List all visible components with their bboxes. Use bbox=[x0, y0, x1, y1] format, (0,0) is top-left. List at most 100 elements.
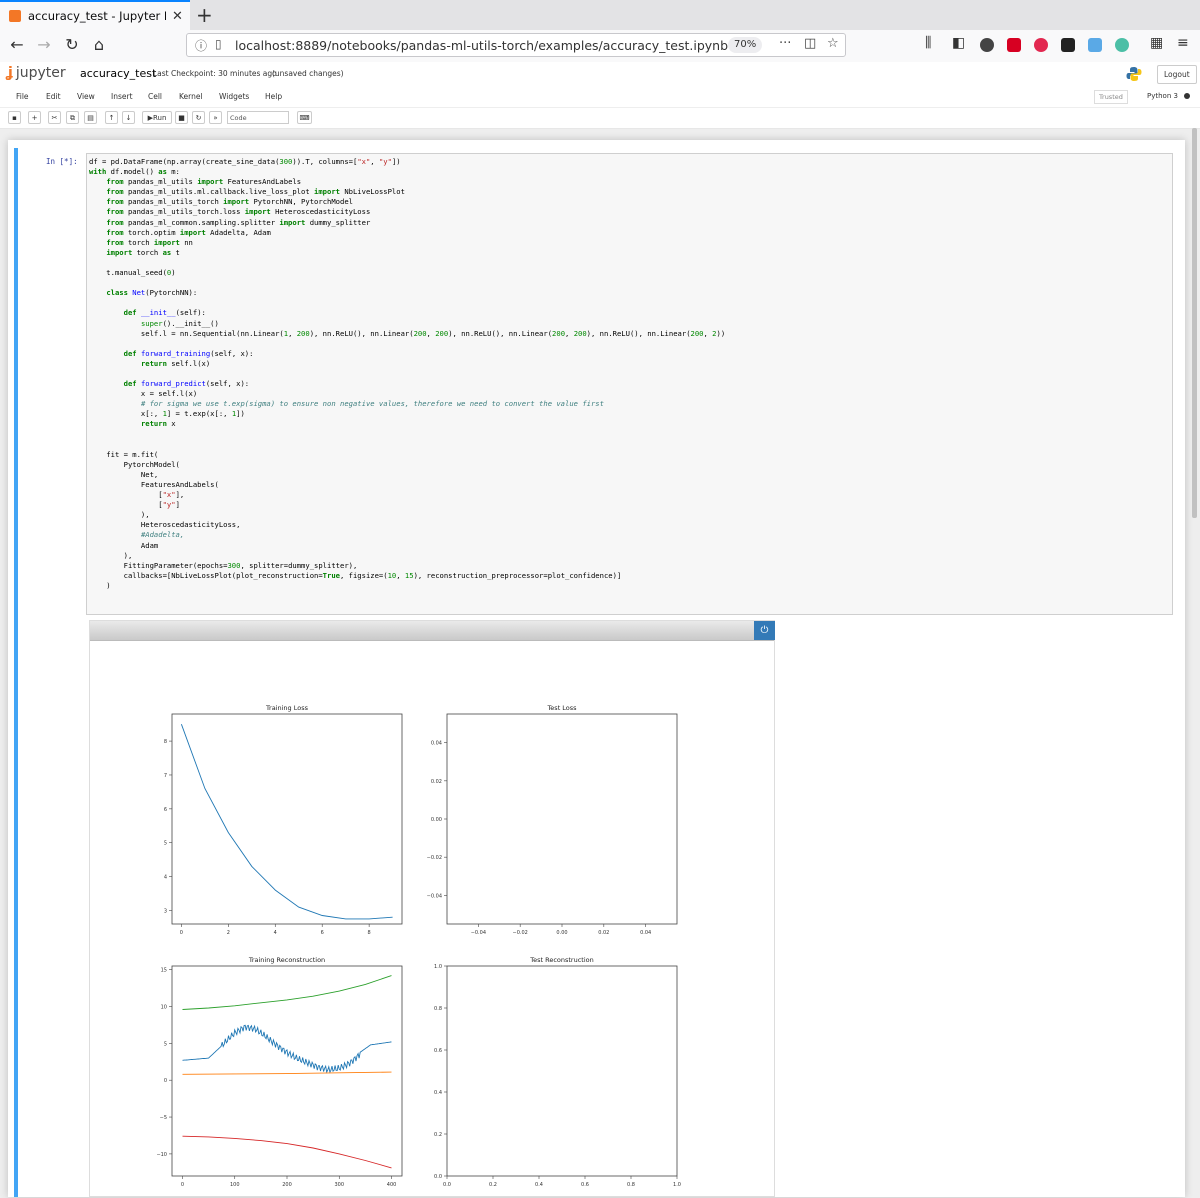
run-label: Run bbox=[152, 114, 167, 122]
y-tick-label: 0.6 bbox=[434, 1048, 442, 1054]
code-cell-input[interactable]: df = pd.DataFrame(np.array(create_sine_d… bbox=[86, 153, 1173, 615]
notebook-name[interactable]: accuracy_test bbox=[80, 67, 156, 80]
y-tick-label: 0.2 bbox=[434, 1132, 442, 1138]
back-icon[interactable]: ← bbox=[7, 35, 27, 54]
extension-green-icon[interactable] bbox=[1115, 38, 1129, 52]
chart-title: Training Loss bbox=[265, 704, 309, 712]
menu-cell[interactable]: Cell bbox=[148, 92, 162, 101]
y-tick-label: 1.0 bbox=[434, 964, 442, 970]
chart-frame bbox=[446, 965, 678, 1177]
page-actions-icon[interactable]: ··· bbox=[779, 36, 791, 51]
extension-blue-icon[interactable] bbox=[1088, 38, 1102, 52]
notebook-toolbar: ▪ + ✂ ⧉ ▤ ↑ ↓ ▶Run ■ ↻ » Code ⌨ bbox=[0, 108, 1200, 129]
x-tick-label: 6 bbox=[321, 930, 324, 936]
save-icon[interactable]: ▪ bbox=[8, 111, 21, 124]
restart-run-all-icon[interactable]: » bbox=[209, 111, 222, 124]
forward-icon[interactable]: → bbox=[34, 35, 54, 54]
move-up-icon[interactable]: ↑ bbox=[105, 111, 118, 124]
kernel-busy-indicator bbox=[1184, 93, 1190, 99]
menu-insert[interactable]: Insert bbox=[111, 92, 133, 101]
code-editor[interactable]: df = pd.DataFrame(np.array(create_sine_d… bbox=[89, 157, 725, 591]
chart-title: Test Reconstruction bbox=[529, 956, 594, 964]
x-tick-label: 1.0 bbox=[673, 1182, 681, 1188]
x-tick-label: 4 bbox=[274, 930, 277, 936]
home-icon[interactable]: ⌂ bbox=[89, 35, 109, 54]
y-tick-label: −0.04 bbox=[427, 893, 442, 899]
y-tick-label: 4 bbox=[164, 875, 167, 881]
jupyter-favicon-icon bbox=[9, 10, 21, 22]
chart-title: Training Reconstruction bbox=[248, 956, 325, 964]
page-icon: ▯ bbox=[215, 37, 222, 51]
y-tick-label: 0 bbox=[164, 1078, 167, 1084]
kernel-name: Python 3 bbox=[1147, 92, 1178, 100]
x-tick-label: 0.6 bbox=[581, 1182, 589, 1188]
extension-red-icon[interactable] bbox=[1034, 38, 1048, 52]
extensions-icon[interactable]: ▦ bbox=[1150, 35, 1163, 51]
menu-kernel[interactable]: Kernel bbox=[179, 92, 203, 101]
logout-button[interactable]: Logout bbox=[1157, 65, 1197, 84]
y-tick-label: 8 bbox=[164, 739, 167, 745]
x-tick-label: 8 bbox=[368, 930, 371, 936]
python-logo-icon bbox=[1126, 67, 1142, 81]
cell-type-select[interactable]: Code bbox=[227, 111, 289, 124]
y-tick-label: 0.04 bbox=[431, 741, 442, 747]
account-icon[interactable] bbox=[980, 38, 994, 52]
x-tick-label: 0 bbox=[180, 930, 183, 936]
selected-cell-indicator bbox=[14, 148, 18, 1197]
menu-file[interactable]: File bbox=[16, 92, 29, 101]
y-tick-label: 7 bbox=[164, 773, 167, 779]
library-icon[interactable]: ⫼ bbox=[925, 35, 931, 51]
y-tick-label: 10 bbox=[161, 1005, 167, 1011]
y-tick-label: −0.02 bbox=[427, 855, 442, 861]
tab-title: accuracy_test - Jupyter No bbox=[28, 9, 166, 23]
x-tick-label: 100 bbox=[230, 1182, 240, 1188]
cut-icon[interactable]: ✂ bbox=[48, 111, 61, 124]
restart-icon[interactable]: ↻ bbox=[192, 111, 205, 124]
page-scrollbar[interactable] bbox=[1192, 128, 1197, 518]
x-tick-label: 0.0 bbox=[443, 1182, 451, 1188]
pocket-icon[interactable]: ◫ bbox=[804, 36, 816, 51]
url-bar[interactable]: ⓘ ▯ localhost:8889/notebooks/pandas-ml-u… bbox=[186, 33, 846, 57]
menu-view[interactable]: View bbox=[77, 92, 95, 101]
chart-frame bbox=[446, 713, 678, 925]
zoom-indicator[interactable]: 70% bbox=[728, 37, 763, 53]
menu-edit[interactable]: Edit bbox=[46, 92, 61, 101]
site-info-icon[interactable]: ⓘ bbox=[195, 37, 207, 54]
y-tick-label: 0.00 bbox=[431, 817, 442, 823]
extension-dark-icon[interactable] bbox=[1061, 38, 1075, 52]
command-palette-icon[interactable]: ⌨ bbox=[297, 111, 312, 124]
power-icon[interactable]: ⏻ bbox=[754, 621, 775, 640]
y-tick-label: 0.0 bbox=[434, 1174, 442, 1180]
x-tick-label: 200 bbox=[282, 1182, 292, 1188]
y-tick-label: −5 bbox=[160, 1115, 167, 1121]
x-tick-label: 0 bbox=[181, 1182, 184, 1188]
y-tick-label: 5 bbox=[164, 841, 167, 847]
new-tab-icon[interactable]: + bbox=[196, 3, 213, 27]
reload-icon[interactable]: ↻ bbox=[62, 35, 82, 54]
move-down-icon[interactable]: ↓ bbox=[122, 111, 135, 124]
menu-help[interactable]: Help bbox=[265, 92, 282, 101]
interrupt-icon[interactable]: ■ bbox=[175, 111, 188, 124]
y-tick-label: 5 bbox=[164, 1041, 167, 1047]
trusted-indicator[interactable]: Trusted bbox=[1094, 90, 1128, 104]
menu-icon[interactable]: ≡ bbox=[1177, 35, 1189, 51]
chart-frame bbox=[171, 965, 403, 1177]
browser-tab[interactable]: accuracy_test - Jupyter No ✕ bbox=[0, 0, 190, 30]
copy-icon[interactable]: ⧉ bbox=[66, 111, 79, 124]
insert-cell-icon[interactable]: + bbox=[28, 111, 41, 124]
bookmark-star-icon[interactable]: ☆ bbox=[827, 36, 839, 51]
y-tick-label: 6 bbox=[164, 807, 167, 813]
checkpoint-status: Last Checkpoint: 30 minutes ago bbox=[153, 69, 277, 78]
ublock-icon[interactable] bbox=[1007, 38, 1021, 52]
sidebar-icon[interactable]: ◧ bbox=[952, 35, 965, 51]
menu-widgets[interactable]: Widgets bbox=[219, 92, 249, 101]
jupyter-logo[interactable]: ʝ jupyter bbox=[8, 65, 66, 81]
url-text: localhost:8889/notebooks/pandas-ml-utils… bbox=[235, 38, 729, 53]
jupyter-logo-text: jupyter bbox=[15, 65, 66, 81]
run-button[interactable]: ▶Run bbox=[142, 111, 172, 124]
x-tick-label: 0.02 bbox=[598, 930, 609, 936]
x-tick-label: 0.4 bbox=[535, 1182, 543, 1188]
close-tab-icon[interactable]: ✕ bbox=[172, 9, 183, 24]
paste-icon[interactable]: ▤ bbox=[84, 111, 97, 124]
cell-prompt: In [*]: bbox=[46, 157, 78, 166]
